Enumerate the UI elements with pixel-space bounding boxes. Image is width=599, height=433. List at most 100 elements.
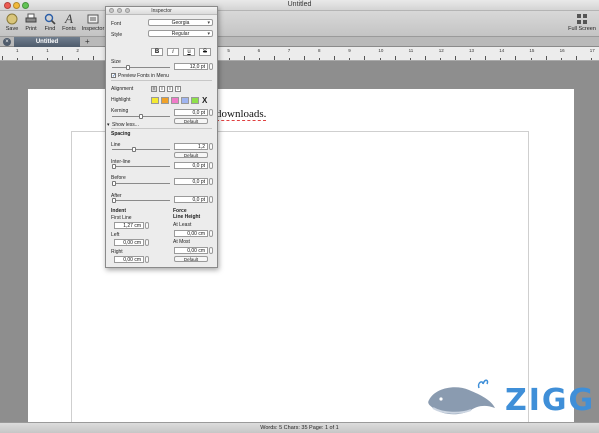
document-canvas	[0, 61, 599, 431]
ruler-number: 5	[227, 48, 230, 53]
new-tab-button[interactable]: +	[85, 37, 90, 47]
ruler-tick	[560, 58, 562, 60]
ruler-tick	[258, 58, 260, 60]
kerning-default-button[interactable]: Default	[174, 118, 208, 124]
kerning-slider-knob[interactable]	[139, 114, 143, 119]
inter-line-field[interactable]: 0,0 pt	[174, 162, 208, 169]
ruler-number: 15	[529, 48, 535, 53]
kerning-stepper[interactable]	[209, 109, 213, 116]
ruler[interactable]: 1121234567891011121314151617	[0, 47, 599, 61]
after-field[interactable]: 0,0 pt	[174, 196, 208, 203]
highlight-green-swatch[interactable]	[191, 97, 199, 104]
highlight-orange-swatch[interactable]	[161, 97, 169, 104]
line-spacing-knob[interactable]	[132, 147, 136, 152]
at-least-field[interactable]: 0,00 cm	[174, 230, 208, 237]
before-slider[interactable]	[112, 181, 170, 186]
line-spacing-field[interactable]: 1,2	[174, 143, 208, 150]
size-stepper[interactable]	[209, 63, 213, 70]
line-default-button[interactable]: Default	[174, 152, 208, 158]
preview-fonts-checkbox[interactable]: ✓	[111, 73, 116, 79]
clear-highlight-icon[interactable]: X	[202, 96, 207, 105]
fonts-label: Fonts	[62, 26, 76, 32]
style-popup[interactable]: Regular	[148, 30, 213, 37]
spacing-heading: Spacing	[111, 131, 131, 137]
ruler-number: 1	[46, 48, 49, 53]
line-spacing-stepper[interactable]	[209, 143, 213, 150]
underline-button[interactable]: u	[183, 48, 195, 56]
left-indent-label: Left	[111, 232, 120, 238]
full-screen-button[interactable]: Full Screen	[566, 13, 598, 37]
printer-icon	[24, 13, 38, 25]
first-line-stepper[interactable]	[145, 222, 149, 229]
inspector-title-bar[interactable]: Inspector	[106, 7, 217, 15]
inter-line-stepper[interactable]	[209, 162, 213, 169]
font-popup[interactable]: Georgia	[148, 19, 213, 26]
inter-line-knob[interactable]	[112, 164, 116, 169]
panel-close-button[interactable]	[109, 8, 114, 13]
before-knob[interactable]	[112, 181, 116, 186]
bold-button[interactable]: B	[151, 48, 163, 56]
ruler-tick	[515, 56, 517, 60]
inter-line-slider[interactable]	[112, 164, 170, 169]
ruler-number: 11	[408, 48, 414, 53]
after-knob[interactable]	[112, 198, 116, 203]
ruler-tick	[394, 56, 396, 60]
size-slider[interactable]	[112, 65, 170, 70]
highlight-blue-swatch[interactable]	[181, 97, 189, 104]
separator	[111, 128, 212, 129]
ruler-tick	[2, 56, 3, 60]
italic-button[interactable]: i	[167, 48, 179, 56]
left-indent-stepper[interactable]	[145, 239, 149, 246]
size-label: Size	[111, 59, 121, 65]
at-most-stepper[interactable]	[209, 247, 213, 254]
right-indent-stepper[interactable]	[145, 256, 149, 263]
line-height-default-button[interactable]: Default	[174, 256, 208, 262]
disclosure-triangle-icon[interactable]: ▾	[107, 122, 110, 128]
tab-bar: × Untitled +	[0, 37, 599, 47]
right-indent-field[interactable]: 0,00 cm	[114, 256, 144, 263]
ruler-tick	[17, 58, 19, 60]
fonts-button[interactable]: A Fonts	[58, 12, 80, 37]
full-screen-icon	[575, 13, 589, 25]
ruler-tick	[334, 56, 336, 60]
align-left-icon[interactable]: ≡	[151, 86, 157, 92]
align-right-icon[interactable]: ≡	[167, 86, 173, 92]
left-indent-field[interactable]: 0,00 cm	[114, 239, 144, 246]
panel-zoom-button[interactable]	[125, 8, 130, 13]
ruler-number: 1	[16, 48, 19, 53]
line-spacing-slider[interactable]	[112, 147, 170, 152]
at-least-stepper[interactable]	[209, 230, 213, 237]
highlight-pink-swatch[interactable]	[171, 97, 179, 104]
size-field[interactable]: 12,0 pt	[174, 63, 208, 70]
before-field[interactable]: 0,0 pt	[174, 178, 208, 185]
watermark-text: ZIGG	[505, 383, 596, 418]
ruler-tick	[304, 56, 305, 60]
align-justify-icon[interactable]: ≡	[175, 86, 181, 92]
kerning-slider[interactable]	[112, 114, 170, 119]
preview-fonts-label: Preview Fonts in Menu	[118, 73, 169, 79]
magnifier-icon	[43, 13, 57, 25]
first-line-field[interactable]: 1,27 cm	[114, 222, 144, 229]
ruler-number: 16	[559, 48, 565, 53]
ruler-tick	[92, 56, 94, 60]
ruler-number: 8	[318, 48, 321, 53]
align-center-icon[interactable]: ≡	[159, 86, 165, 92]
before-stepper[interactable]	[209, 178, 213, 185]
size-slider-knob[interactable]	[126, 65, 130, 70]
ruler-tick	[32, 56, 34, 60]
tab-untitled[interactable]: Untitled	[14, 37, 80, 47]
ruler-tick	[470, 58, 472, 60]
inspector-button[interactable]: Inspector	[80, 13, 106, 37]
ruler-tick	[409, 58, 411, 60]
tab-close-icon[interactable]: ×	[3, 38, 11, 46]
at-most-field[interactable]: 0,00 cm	[174, 247, 208, 254]
strikethrough-button[interactable]: S	[199, 48, 211, 56]
document-text[interactable]: downloads.	[216, 108, 267, 121]
highlight-yellow-swatch[interactable]	[151, 97, 159, 104]
after-stepper[interactable]	[209, 196, 213, 203]
kerning-field[interactable]: 0,0 pt	[174, 109, 208, 116]
panel-minimize-button[interactable]	[117, 8, 122, 13]
ruler-tick	[455, 56, 456, 60]
ruler-tick	[379, 58, 381, 60]
after-slider[interactable]	[112, 198, 170, 203]
